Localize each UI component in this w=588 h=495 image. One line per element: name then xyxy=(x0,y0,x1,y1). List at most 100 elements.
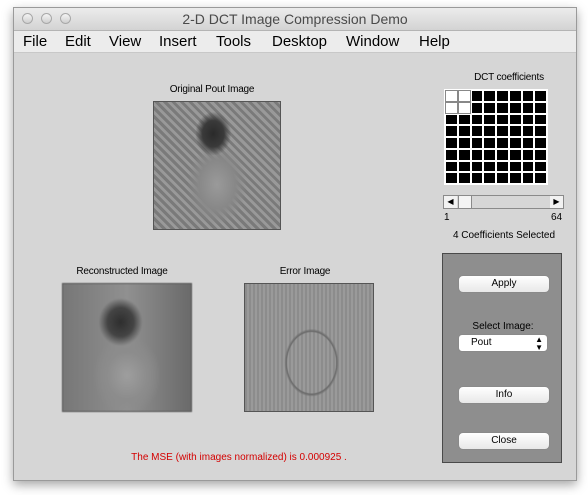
slider-right-arrow-icon[interactable]: ▶ xyxy=(550,196,563,208)
dct-cell[interactable] xyxy=(496,101,509,114)
reconstructed-image-title: Reconstructed Image xyxy=(76,266,168,277)
dct-cell[interactable] xyxy=(483,125,496,137)
dct-cell[interactable] xyxy=(496,137,509,149)
dct-cell[interactable] xyxy=(457,137,471,149)
dct-cell[interactable] xyxy=(445,113,458,126)
dct-cell[interactable] xyxy=(483,148,496,161)
title-bar: 2-D DCT Image Compression Demo xyxy=(14,8,576,31)
dct-cell[interactable] xyxy=(457,160,471,173)
select-image-value: Pout xyxy=(471,337,492,348)
dct-cell[interactable] xyxy=(445,90,458,102)
menu-bar: File Edit View Insert Tools Desktop Wind… xyxy=(14,31,576,53)
dct-cell[interactable] xyxy=(457,90,471,102)
dct-cell[interactable] xyxy=(445,101,458,114)
select-image-label: Select Image: xyxy=(472,321,534,332)
info-button[interactable]: Info xyxy=(458,386,550,404)
slider-min-label: 1 xyxy=(444,212,450,223)
menu-desktop[interactable]: Desktop xyxy=(272,33,327,50)
dct-cell[interactable] xyxy=(496,125,509,137)
dct-cell[interactable] xyxy=(521,101,535,114)
updown-arrows-icon: ▲ ▼ xyxy=(535,335,543,352)
dct-cell[interactable] xyxy=(470,125,484,137)
dct-cell[interactable] xyxy=(470,137,484,149)
dct-cell[interactable] xyxy=(483,90,496,102)
error-image-title: Error Image xyxy=(279,266,331,277)
dct-cell[interactable] xyxy=(496,148,509,161)
dct-coefficients-grid[interactable] xyxy=(444,89,548,185)
control-panel: Apply Select Image: Pout ▲ ▼ Info Close xyxy=(442,253,562,463)
dct-cell[interactable] xyxy=(508,172,522,184)
menu-help[interactable]: Help xyxy=(419,33,450,50)
dct-cell[interactable] xyxy=(445,125,458,137)
dct-cell[interactable] xyxy=(483,160,496,173)
error-image xyxy=(244,283,374,412)
dct-cell[interactable] xyxy=(457,125,471,137)
dct-cell[interactable] xyxy=(483,113,496,126)
dct-cell[interactable] xyxy=(508,101,522,114)
apply-button[interactable]: Apply xyxy=(458,275,550,293)
dct-cell[interactable] xyxy=(508,160,522,173)
dct-cell[interactable] xyxy=(496,113,509,126)
reconstructed-image xyxy=(62,283,192,412)
dct-cell[interactable] xyxy=(496,172,509,184)
dct-cell[interactable] xyxy=(508,90,522,102)
dct-cell[interactable] xyxy=(445,137,458,149)
dct-cell[interactable] xyxy=(508,125,522,137)
coefficients-selected-status: 4 Coefficients Selected xyxy=(452,230,556,241)
slider-left-arrow-icon[interactable]: ◀ xyxy=(444,196,457,208)
dct-cell[interactable] xyxy=(521,137,535,149)
menu-insert[interactable]: Insert xyxy=(159,33,197,50)
dct-cell[interactable] xyxy=(457,172,471,184)
menu-view[interactable]: View xyxy=(109,33,141,50)
dct-cell[interactable] xyxy=(534,137,547,149)
dct-coefficients-title: DCT coefficients xyxy=(474,72,544,83)
window-title: 2-D DCT Image Compression Demo xyxy=(182,11,408,27)
dct-cell[interactable] xyxy=(508,148,522,161)
dct-cell[interactable] xyxy=(470,160,484,173)
dct-cell[interactable] xyxy=(483,137,496,149)
original-image-title: Original Pout Image xyxy=(169,84,255,95)
dct-cell[interactable] xyxy=(521,172,535,184)
dct-cell[interactable] xyxy=(521,90,535,102)
slider-max-label: 64 xyxy=(551,212,563,223)
dct-cell[interactable] xyxy=(457,148,471,161)
dct-cell[interactable] xyxy=(534,148,547,161)
dct-cell[interactable] xyxy=(457,101,471,114)
dct-cell[interactable] xyxy=(470,101,484,114)
dct-cell[interactable] xyxy=(534,113,547,126)
app-window: 2-D DCT Image Compression Demo File Edit… xyxy=(13,7,577,481)
menu-tools[interactable]: Tools xyxy=(216,33,251,50)
dct-cell[interactable] xyxy=(521,113,535,126)
dct-cell[interactable] xyxy=(496,160,509,173)
dct-cell[interactable] xyxy=(521,160,535,173)
dct-cell[interactable] xyxy=(470,148,484,161)
dct-cell[interactable] xyxy=(470,172,484,184)
dct-cell[interactable] xyxy=(534,125,547,137)
dct-cell[interactable] xyxy=(521,125,535,137)
dct-cell[interactable] xyxy=(508,137,522,149)
mse-result-text: The MSE (with images normalized) is 0.00… xyxy=(131,452,347,463)
dct-cell[interactable] xyxy=(445,148,458,161)
dct-cell[interactable] xyxy=(445,160,458,173)
dct-cell[interactable] xyxy=(445,172,458,184)
coefficient-slider[interactable]: ◀ ▶ xyxy=(443,195,564,209)
menu-window[interactable]: Window xyxy=(346,33,399,50)
dct-cell[interactable] xyxy=(470,113,484,126)
dct-cell[interactable] xyxy=(483,172,496,184)
dct-cell[interactable] xyxy=(470,90,484,102)
dct-cell[interactable] xyxy=(534,90,547,102)
dct-cell[interactable] xyxy=(483,101,496,114)
dct-cell[interactable] xyxy=(496,90,509,102)
dct-cell[interactable] xyxy=(534,101,547,114)
dct-cell[interactable] xyxy=(508,113,522,126)
close-button[interactable]: Close xyxy=(458,432,550,450)
slider-thumb[interactable] xyxy=(458,196,472,208)
dct-cell[interactable] xyxy=(534,172,547,184)
select-image-dropdown[interactable]: Pout ▲ ▼ xyxy=(458,334,548,352)
dct-cell[interactable] xyxy=(534,160,547,173)
menu-edit[interactable]: Edit xyxy=(65,33,91,50)
dct-cell[interactable] xyxy=(521,148,535,161)
dct-cell[interactable] xyxy=(457,113,471,126)
menu-file[interactable]: File xyxy=(23,33,47,50)
original-image xyxy=(153,101,281,230)
